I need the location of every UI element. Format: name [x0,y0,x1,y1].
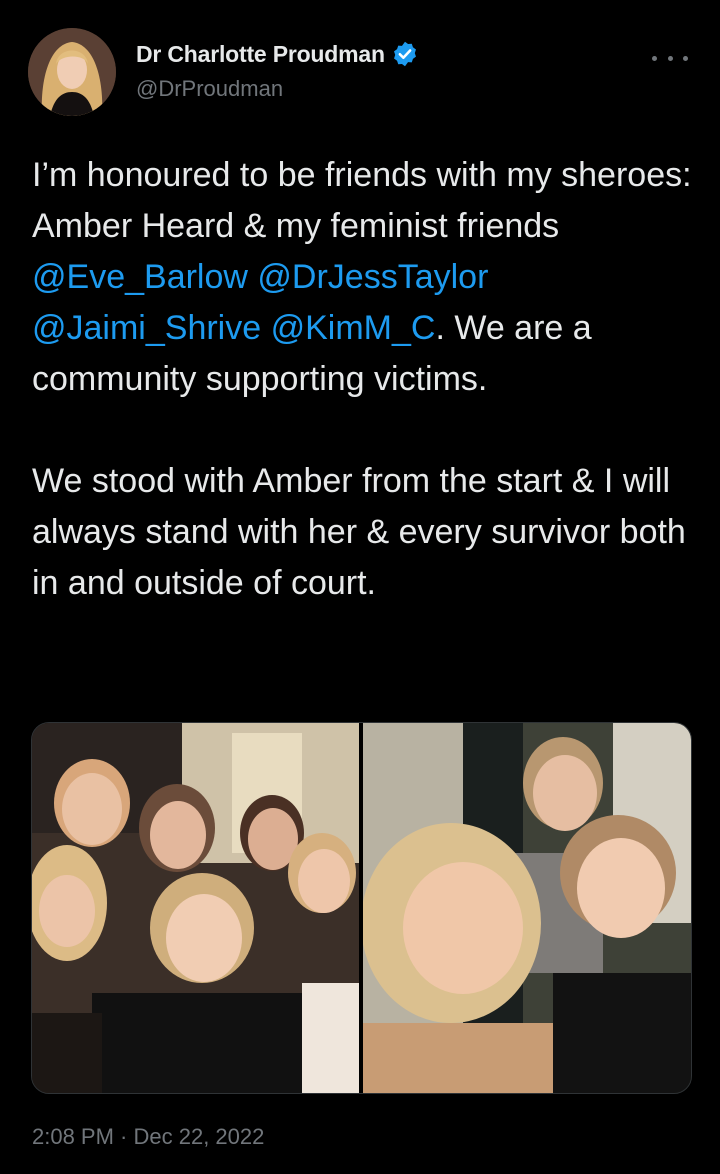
author-name-row: Dr Charlotte Proudman [136,40,419,68]
dot-icon [667,55,673,61]
mention-link[interactable]: @DrJessTaylor [257,258,488,296]
tweet-paragraph-1: I’m honoured to be friends with my shero… [32,150,692,405]
mention-link[interactable]: @KimM_C [271,309,436,347]
author-avatar[interactable] [28,28,116,116]
verified-badge-icon [393,41,416,67]
author-handle[interactable]: @DrProudman [136,76,283,102]
selfie-photo-icon [363,723,691,1093]
tweet-text-segment [261,309,270,347]
more-options-icon[interactable] [652,48,688,68]
avatar-photo-icon [28,28,116,116]
tweet-paragraph-2: We stood with Amber from the start & I w… [32,462,686,602]
tweet-text: I’m honoured to be friends with my shero… [32,150,692,609]
mention-link[interactable]: @Eve_Barlow [32,258,248,296]
author-display-name[interactable]: Dr Charlotte Proudman [136,41,385,68]
tweet-text-segment: I’m honoured to be friends with my shero… [32,156,692,245]
mention-link[interactable]: @Jaimi_Shrive [32,309,261,347]
dot-icon [683,55,688,61]
group-photo-icon [32,723,359,1093]
dot-icon [652,55,657,61]
tweet-text-segment [248,258,257,296]
tweet-timestamp[interactable]: 2:08 PM · Dec 22, 2022 [32,1124,264,1150]
media-photo-left[interactable] [32,723,359,1093]
tweet-media [31,722,692,1094]
media-photo-right[interactable] [363,723,691,1093]
tweet-header: Dr Charlotte Proudman @DrProudman [28,28,692,118]
